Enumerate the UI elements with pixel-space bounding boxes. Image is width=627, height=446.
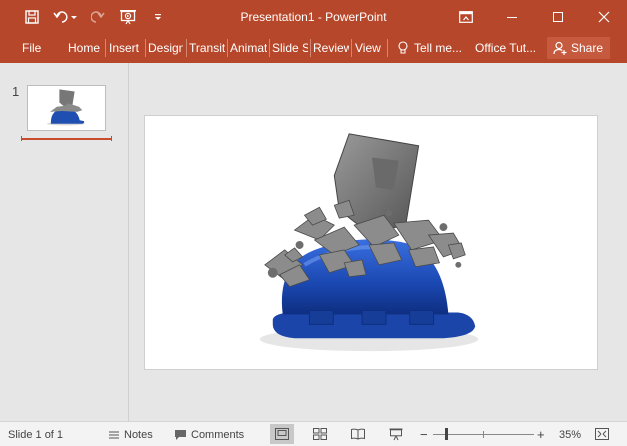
zoom-slider-center-tick bbox=[483, 431, 484, 438]
zoom-out-button[interactable]: − bbox=[420, 422, 428, 446]
fit-slide-button[interactable] bbox=[590, 424, 614, 444]
tab-file[interactable]: File bbox=[20, 33, 46, 63]
thumbnail-selection-indicator bbox=[21, 136, 112, 141]
comment-icon bbox=[175, 429, 186, 440]
normal-view-button[interactable] bbox=[270, 424, 294, 444]
title-bar: Presentation1 - PowerPoint bbox=[0, 0, 627, 33]
close-icon[interactable] bbox=[581, 0, 627, 33]
zoom-level[interactable]: 35% bbox=[559, 422, 581, 446]
slide-sorter-icon bbox=[313, 428, 327, 440]
normal-view-icon bbox=[275, 428, 289, 440]
slide-counter[interactable]: Slide 1 of 1 bbox=[8, 422, 63, 446]
slide-number: 1 bbox=[12, 84, 20, 99]
thumbnail-image bbox=[46, 89, 85, 126]
slide-sorter-button[interactable] bbox=[308, 424, 332, 444]
slide-thumbnail-pane: 1 bbox=[0, 63, 129, 421]
tab-home[interactable]: Home bbox=[66, 33, 102, 63]
tab-slide-show[interactable]: Slide Show bbox=[270, 33, 308, 63]
comments-button[interactable]: Comments bbox=[174, 422, 244, 446]
fit-to-window-icon bbox=[595, 428, 609, 440]
maximize-icon[interactable] bbox=[535, 0, 581, 33]
tab-separator bbox=[105, 39, 106, 57]
tell-me-label: Tell me... bbox=[414, 41, 463, 55]
notes-button[interactable]: Notes bbox=[108, 422, 153, 446]
zoom-in-button[interactable]: + bbox=[537, 422, 545, 446]
tab-design[interactable]: Design bbox=[146, 33, 183, 63]
slideshow-view-button[interactable] bbox=[384, 424, 408, 444]
tab-transitions[interactable]: Transitions bbox=[187, 33, 225, 63]
lightbulb-icon bbox=[398, 41, 408, 54]
share-button[interactable]: Share bbox=[547, 37, 610, 59]
zoom-slider-thumb[interactable] bbox=[445, 428, 448, 440]
person-add-icon bbox=[553, 41, 567, 55]
tab-separator bbox=[351, 39, 352, 57]
tab-animations[interactable]: Animations bbox=[228, 33, 267, 63]
slide-canvas[interactable] bbox=[144, 115, 598, 370]
notes-icon bbox=[109, 431, 119, 438]
ribbon-display-options-icon[interactable] bbox=[443, 0, 489, 33]
ribbon-tabs: File Home Insert Design Transitions Anim… bbox=[0, 33, 627, 63]
status-bar: Slide 1 of 1 Notes Comments − + 35% bbox=[0, 421, 627, 446]
projector-screen-icon bbox=[389, 428, 403, 440]
tab-view[interactable]: View bbox=[353, 33, 385, 63]
window-controls bbox=[443, 0, 627, 33]
tab-insert[interactable]: Insert bbox=[107, 33, 143, 63]
tab-separator bbox=[387, 39, 388, 57]
book-icon bbox=[351, 428, 365, 440]
tell-me-box[interactable]: Tell me... bbox=[396, 33, 466, 63]
comments-label: Comments bbox=[191, 428, 245, 441]
slide-thumbnail[interactable] bbox=[27, 85, 106, 131]
tab-review[interactable]: Review bbox=[311, 33, 349, 63]
share-label: Share bbox=[571, 41, 604, 55]
minimize-icon[interactable] bbox=[489, 0, 535, 33]
hard-hat-illustration bbox=[259, 133, 479, 352]
notes-label: Notes bbox=[124, 428, 153, 441]
tab-office-tut[interactable]: Office Tut... bbox=[473, 33, 543, 63]
reading-view-button[interactable] bbox=[346, 424, 370, 444]
